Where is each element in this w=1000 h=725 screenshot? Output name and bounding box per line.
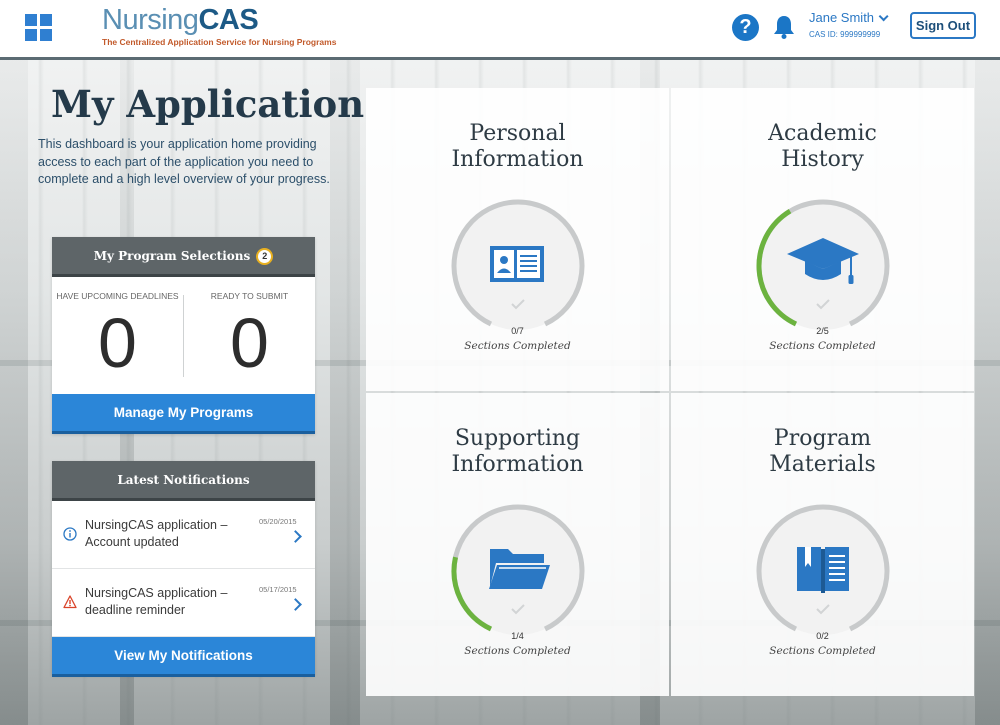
ready-to-submit-count: 0 (230, 304, 269, 382)
section-program-materials[interactable]: Program Materials 0/2 Sections Completed (671, 393, 974, 696)
section-personal-information[interactable]: Personal Information 0/7 Sections Complet… (366, 88, 669, 391)
section-caption: Sections Completed (769, 645, 876, 657)
program-selections-header: My Program Selections 2 (52, 237, 315, 277)
top-header: NursingCAS The Centralized Application S… (0, 0, 1000, 60)
page-title: My Application (51, 82, 365, 126)
section-count: 0/7 (511, 326, 524, 336)
notification-text: NursingCAS application – Account updated (85, 518, 228, 549)
section-academic-history[interactable]: Academic History 2/5 Sections Completed (671, 88, 974, 391)
progress-ring (451, 504, 585, 635)
chevron-right-icon[interactable] (289, 598, 302, 611)
section-caption: Sections Completed (769, 340, 876, 352)
info-icon (63, 527, 77, 541)
sign-out-button[interactable]: Sign Out (910, 12, 976, 39)
section-caption: Sections Completed (464, 645, 571, 657)
section-title: Supporting Information (451, 426, 584, 477)
chevron-right-icon[interactable] (289, 530, 302, 543)
logo-tagline: The Centralized Application Service for … (102, 37, 337, 47)
notification-date: 05/17/2015 (259, 585, 297, 594)
program-count-badge: 2 (256, 248, 274, 265)
section-count: 0/2 (816, 631, 829, 641)
section-count: 2/5 (816, 326, 829, 336)
section-supporting-information[interactable]: Supporting Information 1/4 Sections Compl… (366, 393, 669, 696)
cas-id: CAS ID: 999999999 (809, 30, 881, 39)
notification-text: NursingCAS application – deadline remind… (85, 586, 228, 617)
section-caption: Sections Completed (464, 340, 571, 352)
book-icon (797, 547, 849, 593)
progress-ring (756, 199, 890, 330)
notification-item[interactable]: NursingCAS application – Account updated… (52, 501, 315, 569)
id-card-icon (490, 246, 544, 282)
view-notifications-button[interactable]: View My Notifications (52, 637, 315, 677)
warning-icon (63, 595, 77, 609)
section-title: Personal Information (451, 121, 584, 172)
section-title: Academic History (768, 121, 877, 172)
user-menu[interactable]: Jane Smith CAS ID: 999999999 (809, 10, 889, 39)
notifications-header: Latest Notifications (52, 461, 315, 501)
bell-icon[interactable] (773, 14, 795, 40)
notification-item[interactable]: NursingCAS application – deadline remind… (52, 569, 315, 637)
program-selections-card: My Program Selections 2 Have Upcoming Dea… (52, 237, 315, 434)
application-sections-grid: Personal Information 0/7 Sections Complet… (366, 88, 974, 696)
help-icon[interactable]: ? (732, 14, 759, 41)
notification-date: 05/20/2015 (259, 517, 297, 526)
program-selections-title: My Program Selections (93, 249, 251, 263)
section-count: 1/4 (511, 631, 524, 641)
section-title: Program Materials (769, 426, 876, 477)
progress-ring (756, 504, 890, 635)
chevron-down-icon (878, 11, 889, 22)
progress-ring (451, 199, 585, 330)
apps-grid-icon[interactable] (25, 14, 52, 41)
manage-programs-button[interactable]: Manage My Programs (52, 394, 315, 434)
notifications-card: Latest Notifications NursingCAS applicat… (52, 461, 315, 677)
user-name: Jane Smith (809, 10, 875, 25)
upcoming-deadlines-count: 0 (98, 304, 137, 382)
nursingcas-logo[interactable]: NursingCAS The Centralized Application S… (102, 4, 336, 47)
page-description: This dashboard is your application home … (38, 137, 330, 186)
folder-icon (489, 549, 550, 589)
